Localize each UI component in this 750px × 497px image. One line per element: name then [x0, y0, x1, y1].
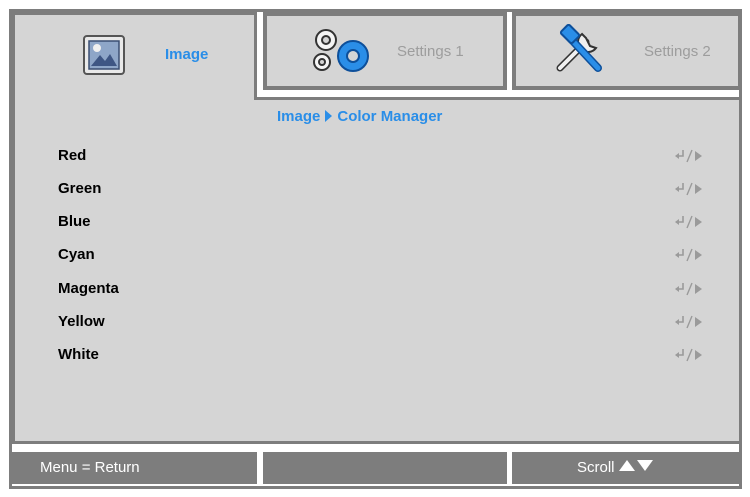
menu-item[interactable]: White: [58, 342, 718, 368]
arrow-up-icon: [618, 460, 635, 471]
breadcrumb-arrow-icon: [325, 110, 333, 122]
tab-settings-1[interactable]: Settings 1: [263, 12, 507, 90]
tab-label: Settings 1: [397, 43, 464, 60]
tab-label: Settings 2: [644, 43, 711, 60]
menu-item-label: Red: [58, 147, 87, 164]
menu-item-label: Yellow: [58, 313, 105, 330]
enter-right-icon[interactable]: [674, 182, 718, 196]
footer-right-label: Scroll: [577, 459, 615, 476]
image-icon: [83, 35, 125, 75]
menu-item-label: Blue: [58, 213, 91, 230]
menu-item[interactable]: Cyan: [58, 242, 718, 268]
footer-middle: [263, 452, 507, 484]
footer-left-label: Menu = Return: [40, 459, 140, 476]
footer-scroll-hint: Scroll: [512, 452, 742, 484]
menu-item-label: Magenta: [58, 280, 119, 297]
breadcrumb-current: Color Manager: [337, 108, 443, 125]
menu-item-label: White: [58, 346, 99, 363]
breadcrumb-parent: Image: [277, 108, 321, 125]
tab-label: Image: [165, 46, 209, 63]
arrow-down-icon: [636, 460, 653, 471]
divider: [254, 97, 742, 100]
tools-icon: [556, 24, 602, 72]
menu-item[interactable]: Blue: [58, 209, 718, 235]
menu-item[interactable]: Yellow: [58, 309, 718, 335]
gears-icon: [313, 29, 369, 72]
footer-scroll: Scroll: [577, 459, 653, 476]
tab-settings-2[interactable]: Settings 2: [512, 12, 742, 90]
enter-right-icon[interactable]: [674, 215, 718, 229]
menu-item[interactable]: Red: [58, 143, 718, 169]
menu-item-label: Green: [58, 180, 102, 197]
menu-item[interactable]: Green: [58, 176, 718, 202]
enter-right-icon[interactable]: [674, 315, 718, 329]
enter-right-icon[interactable]: [674, 248, 718, 262]
tab-image[interactable]: Image: [12, 12, 257, 100]
menu-item-label: Cyan: [58, 246, 95, 263]
breadcrumb: Image Color Manager: [277, 108, 442, 125]
enter-right-icon[interactable]: [674, 149, 718, 163]
footer-return-hint: Menu = Return: [12, 452, 257, 484]
enter-right-icon[interactable]: [674, 282, 718, 296]
enter-right-icon[interactable]: [674, 348, 718, 362]
menu-item[interactable]: Magenta: [58, 276, 718, 302]
